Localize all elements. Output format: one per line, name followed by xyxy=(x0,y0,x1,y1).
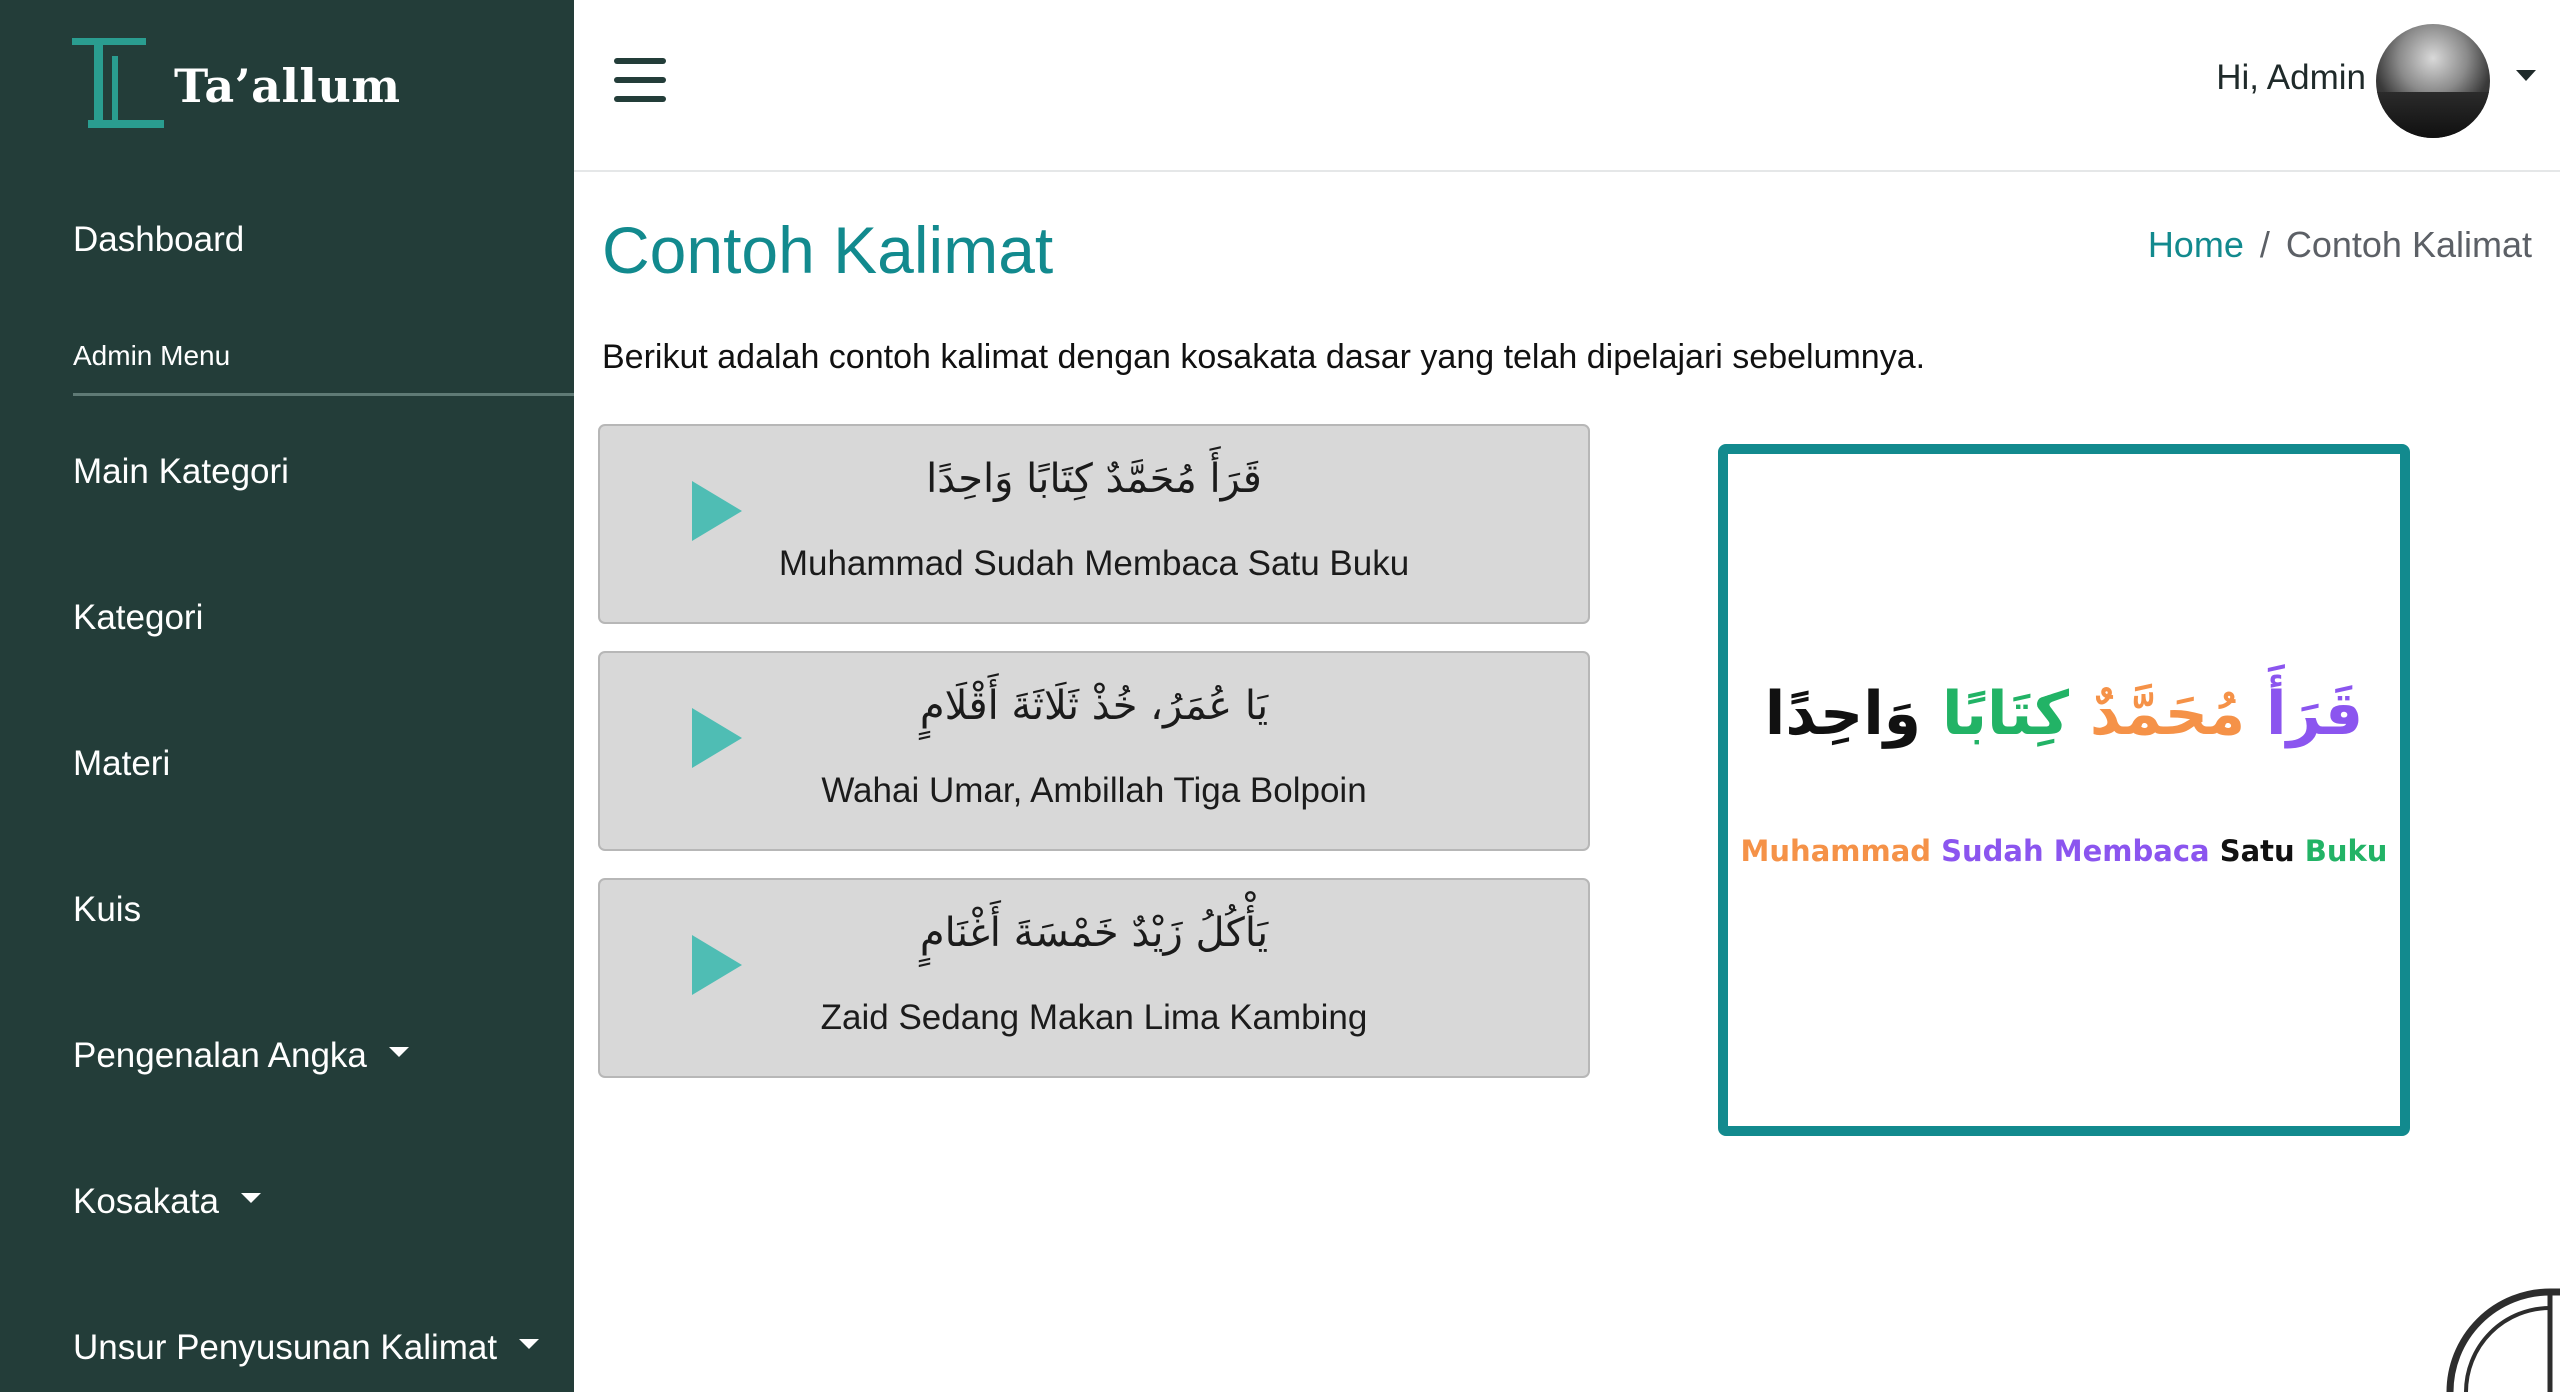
preview-word: Satu xyxy=(2219,834,2295,868)
sentence-arabic: يَأْكُلُ زَيْدٌ خَمْسَةَ أَغْنَامٍ xyxy=(919,910,1269,956)
brand-name: Ta’allum xyxy=(174,59,401,113)
sentence-arabic: قَرَأَ مُحَمَّدٌ كِتَابًا وَاحِدًا xyxy=(926,456,1262,502)
sidebar-item-dashboard[interactable]: Dashboard xyxy=(73,220,244,260)
top-navbar: Hi, Admin xyxy=(574,0,2560,172)
hamburger-icon[interactable] xyxy=(614,58,666,102)
breadcrumb-current: Contoh Kalimat xyxy=(2285,224,2532,265)
preview-word: وَاحِدًا xyxy=(1764,679,1922,749)
sidebar-item-kategori[interactable]: Kategori xyxy=(73,598,203,638)
chevron-down-icon xyxy=(388,1047,409,1057)
sidebar-item-kuis[interactable]: Kuis xyxy=(73,890,141,930)
intro-text: Berikut adalah contoh kalimat dengan kos… xyxy=(602,338,1926,376)
sentence-translation: Muhammad Sudah Membaca Satu Buku xyxy=(778,544,1410,583)
user-greeting[interactable]: Hi, Admin xyxy=(2216,58,2366,98)
sentence-translation: Zaid Sedang Makan Lima Kambing xyxy=(820,998,1368,1037)
page-title: Contoh Kalimat xyxy=(602,213,1054,287)
brand[interactable]: Ta’allum xyxy=(72,38,401,134)
sentence-arabic: يَا عُمَرُ، خُذْ ثَلَاثَةَ أَقْلَامٍ xyxy=(919,683,1269,729)
sidebar-item-label: Dashboard xyxy=(73,220,245,259)
preview-translation: Muhammad Sudah Membaca Satu Buku xyxy=(1728,834,2400,868)
breadcrumb-home-link[interactable]: Home xyxy=(2148,224,2244,266)
breadcrumb: Home / Contoh Kalimat xyxy=(2148,224,2532,266)
sidebar-section-heading: Admin Menu xyxy=(73,340,231,371)
chevron-down-icon xyxy=(519,1339,540,1349)
preview-word: Buku xyxy=(2304,834,2388,868)
sidebar: Ta’allum Dashboard Admin Menu Main Kateg… xyxy=(0,0,574,1392)
sidebar-item-pengenalan-angka[interactable]: Pengenalan Angka xyxy=(73,1036,409,1076)
sidebar-item-main-kategori[interactable]: Main Kategori xyxy=(73,452,289,492)
sidebar-item-kosakata[interactable]: Kosakata xyxy=(73,1182,261,1222)
sentence-translation: Wahai Umar, Ambillah Tiga Bolpoin xyxy=(821,771,1367,810)
sentence-card[interactable]: قَرَأَ مُحَمَّدٌ كِتَابًا وَاحِدًا Muham… xyxy=(598,424,1590,624)
sidebar-item-label: Pengenalan Angka xyxy=(73,1036,367,1075)
sentence-preview: قَرَأَ مُحَمَّدٌ كِتَابًا وَاحِدًا Muham… xyxy=(1718,444,2410,1136)
brand-logo-icon xyxy=(72,38,164,128)
breadcrumb-separator: / xyxy=(2259,224,2270,265)
corner-widget-icon[interactable] xyxy=(2440,1282,2560,1392)
preview-word: Sudah Membaca xyxy=(1941,834,2210,868)
preview-word: قَرَأَ xyxy=(2266,679,2364,749)
sidebar-item-unsur-penyusunan-kalimat[interactable]: Unsur Penyusunan Kalimat xyxy=(73,1328,540,1368)
chevron-down-icon[interactable] xyxy=(2516,70,2536,81)
sentence-card[interactable]: يَأْكُلُ زَيْدٌ خَمْسَةَ أَغْنَامٍ Zaid … xyxy=(598,878,1590,1078)
preview-word: كِتَابًا xyxy=(1941,679,2069,749)
preview-word: مُحَمَّدٌ xyxy=(2089,679,2246,749)
preview-word: Muhammad xyxy=(1740,834,1932,868)
avatar[interactable] xyxy=(2376,24,2490,138)
sidebar-item-label: Main Kategori xyxy=(73,452,289,491)
sidebar-item-label: Materi xyxy=(73,744,171,783)
chevron-down-icon xyxy=(240,1193,261,1203)
sentence-card[interactable]: يَا عُمَرُ، خُذْ ثَلَاثَةَ أَقْلَامٍ Wah… xyxy=(598,651,1590,851)
sidebar-item-label: Kuis xyxy=(73,890,142,929)
preview-arabic-sentence: قَرَأَ مُحَمَّدٌ كِتَابًا وَاحِدًا xyxy=(1728,679,2400,749)
sidebar-divider xyxy=(73,393,574,396)
sidebar-item-label: Kategori xyxy=(73,598,204,637)
sidebar-item-label: Kosakata xyxy=(73,1182,219,1221)
sidebar-item-materi[interactable]: Materi xyxy=(73,744,170,784)
sidebar-item-label: Unsur Penyusunan Kalimat xyxy=(73,1328,498,1367)
